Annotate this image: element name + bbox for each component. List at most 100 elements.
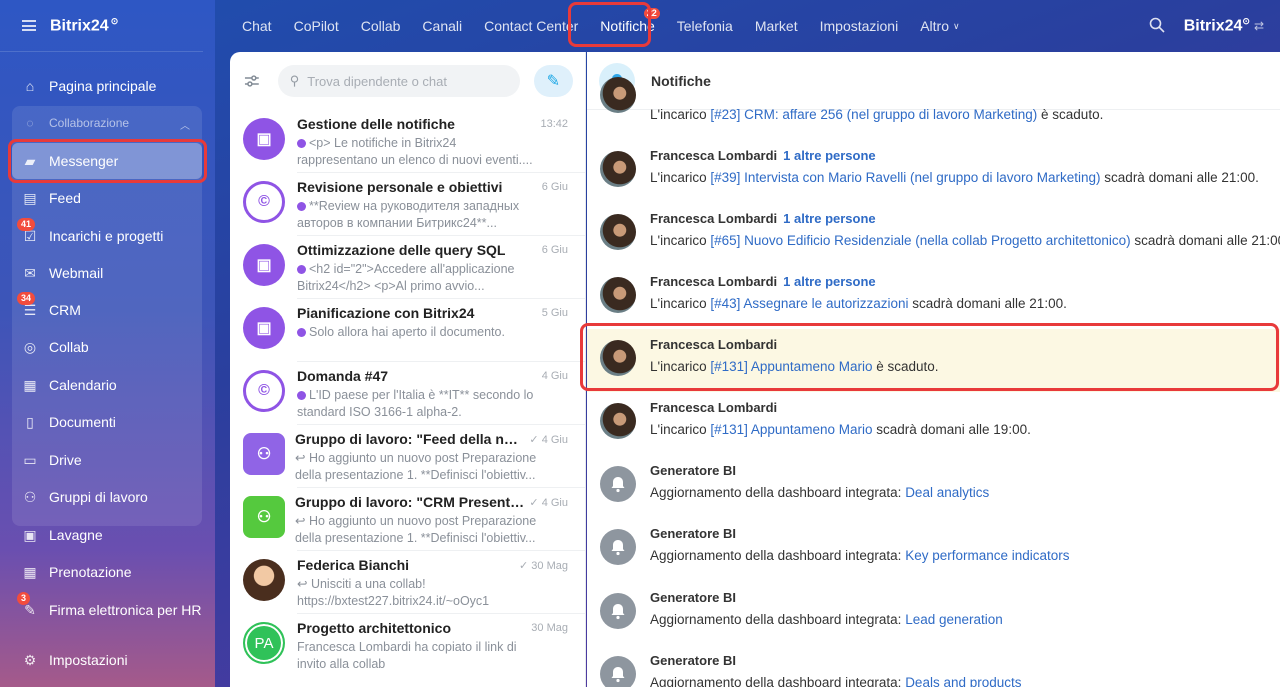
- task-link[interactable]: [#65] Nuovo Edificio Residenziale (nella…: [710, 233, 1130, 248]
- notification-item[interactable]: Francesca Lombardi 1 altre persone L'inca…: [587, 266, 1280, 329]
- tab-chat[interactable]: Chat: [231, 0, 283, 52]
- more-people-link[interactable]: 1 altre persone: [783, 148, 876, 163]
- top-navigation: Chat CoPilot Collab Canali Contact Cente…: [215, 0, 1280, 52]
- sidebar-item-tasks[interactable]: ☑ 41 Incarichi e progetti: [12, 218, 202, 254]
- menu-icon[interactable]: [22, 20, 36, 31]
- sidebar-item-documenti[interactable]: ▯ Documenti: [12, 404, 202, 440]
- new-chat-button[interactable]: ✎: [533, 65, 573, 97]
- tab-collab[interactable]: Collab: [350, 0, 412, 52]
- notification-item[interactable]: L'incarico [#23] CRM: affare 256 (nel gr…: [587, 77, 1280, 129]
- chat-title: Federica Bianchi: [297, 557, 410, 573]
- sidebar-group-collaborazione[interactable]: ◌ Collaborazione ︿: [12, 106, 202, 140]
- text-prefix: Aggiornamento della dashboard integrata:: [650, 675, 906, 687]
- notification-text: Aggiornamento della dashboard integrata:…: [650, 612, 1003, 627]
- task-link[interactable]: [#131] Appuntameno Mario: [710, 422, 872, 437]
- brand-logo[interactable]: Bitrix24 ⊙: [50, 16, 118, 35]
- chat-list-item[interactable]: ▣ Pianificazione con Bitrix24 5 Giu Solo…: [230, 299, 585, 361]
- project-avatar: PA: [243, 622, 285, 664]
- chat-list-item[interactable]: ▣ Gestione delle notifiche 13:42 <p> Le …: [230, 110, 585, 172]
- author-name[interactable]: Francesca Lombardi: [650, 211, 777, 226]
- tab-altro[interactable]: Altro ∨: [909, 0, 970, 52]
- chat-time: ✓ 4 Giu: [529, 496, 568, 509]
- switch-icon[interactable]: ⇄: [1254, 19, 1264, 33]
- chat-preview: ↩ Unisciti a una collab! https://bxtest2…: [297, 577, 490, 608]
- sidebar-item-lavagne[interactable]: ▣ Lavagne: [12, 517, 202, 553]
- brand-logo-right[interactable]: Bitrix24⊙ ⇄: [1184, 16, 1264, 35]
- tab-market[interactable]: Market: [744, 0, 809, 52]
- notification-item[interactable]: Francesca Lombardi L'incarico [#131] App…: [587, 392, 1280, 455]
- brand-text: Bitrix24: [1183, 17, 1243, 35]
- sidebar-item-gruppi[interactable]: ⚇ Gruppi di lavoro: [12, 479, 202, 515]
- filter-icon[interactable]: [242, 71, 262, 91]
- sidebar-item-crm[interactable]: ☰ 34 CRM: [12, 292, 202, 328]
- notification-author: Generatore BI: [650, 590, 736, 605]
- preview-text: L'ID paese per l'Italia è **IT** secondo…: [297, 388, 534, 419]
- check-icon: ✓: [529, 434, 542, 446]
- chat-list-item[interactable]: ▣ Ottimizzazione delle query SQL 6 Giu <…: [230, 236, 585, 298]
- notification-chat-avatar: ▣: [243, 118, 285, 160]
- preview-text: <h2 id="2">Accedere all'applicazione Bit…: [297, 262, 515, 293]
- notification-item[interactable]: Francesca Lombardi 1 altre persone L'inca…: [587, 203, 1280, 266]
- chat-title: Gruppo di lavoro: "CRM Presentazi...: [295, 494, 525, 510]
- sidebar-item-drive[interactable]: ▭ Drive: [12, 442, 202, 478]
- dashboard-link[interactable]: Deals and products: [905, 675, 1021, 687]
- task-link[interactable]: [#23] CRM: affare 256 (nel gruppo di lav…: [710, 107, 1037, 122]
- chat-list-item[interactable]: PA Progetto architettonico 30 Mag France…: [230, 614, 585, 676]
- author-name: Generatore BI: [650, 590, 736, 605]
- more-people-link[interactable]: 1 altre persone: [783, 211, 876, 226]
- chat-title: Gruppo di lavoro: "Feed della nostr...: [295, 431, 525, 447]
- chat-time: 5 Giu: [541, 307, 568, 319]
- sidebar-item-home[interactable]: ⌂ Pagina principale: [12, 68, 202, 104]
- chat-preview: Solo allora hai aperto il documento.: [297, 324, 539, 358]
- tab-impostazioni[interactable]: Impostazioni: [809, 0, 910, 52]
- dashboard-link[interactable]: Deal analytics: [905, 485, 989, 500]
- chat-search-input[interactable]: ⚲ Trova dipendente o chat: [277, 65, 520, 97]
- notification-text: L'incarico [#131] Appuntameno Mario scad…: [650, 422, 1031, 437]
- notification-item[interactable]: Generatore BI Aggiornamento della dashbo…: [587, 582, 1280, 645]
- sidebar-item-calendario[interactable]: ▦ Calendario: [12, 367, 202, 403]
- notification-item[interactable]: Generatore BI Aggiornamento della dashbo…: [587, 518, 1280, 581]
- chat-list-item[interactable]: ⚇ Gruppo di lavoro: "CRM Presentazi... ✓…: [230, 488, 585, 550]
- chat-preview: **Review на руководителя западных авторо…: [297, 198, 539, 232]
- notification-text: L'incarico [#39] Intervista con Mario Ra…: [650, 170, 1259, 185]
- sidebar-item-label: Impostazioni: [49, 652, 128, 668]
- highlight-frame-notifiche: [568, 2, 651, 47]
- sidebar-item-webmail[interactable]: ✉ Webmail: [12, 255, 202, 291]
- sidebar-item-impostazioni[interactable]: ⚙ Impostazioni: [12, 642, 202, 678]
- notification-author: Francesca Lombardi 1 altre persone: [650, 211, 876, 226]
- chat-preview: ↩ Ho aggiunto un nuovo post Preparazione…: [295, 451, 537, 482]
- sidebar-item-feed[interactable]: ▤ Feed: [12, 180, 202, 216]
- chat-list-item[interactable]: © Revisione personale e obiettivi 6 Giu …: [230, 173, 585, 235]
- author-name[interactable]: Francesca Lombardi: [650, 274, 777, 289]
- author-name[interactable]: Francesca Lombardi: [650, 148, 777, 163]
- notification-text: Aggiornamento della dashboard integrata:…: [650, 675, 1022, 687]
- author-name[interactable]: Francesca Lombardi: [650, 400, 777, 415]
- notification-item[interactable]: Generatore BI Aggiornamento della dashbo…: [587, 645, 1280, 687]
- notification-item[interactable]: Generatore BI Aggiornamento della dashbo…: [587, 455, 1280, 518]
- notification-author: Francesca Lombardi 1 altre persone: [650, 274, 876, 289]
- search-icon[interactable]: [1149, 17, 1165, 33]
- notification-chat-avatar: ▣: [243, 307, 285, 349]
- sidebar-header: Bitrix24 ⊙: [0, 0, 203, 52]
- booking-icon: ▦: [23, 563, 37, 580]
- search-placeholder: Trova dipendente o chat: [307, 73, 447, 89]
- sidebar-item-prenotazione[interactable]: ▦ Prenotazione: [12, 554, 202, 590]
- chat-list-item[interactable]: Federica Bianchi ✓ 30 Mag ↩ Unisciti a u…: [230, 551, 585, 613]
- chat-preview: L'ID paese per l'Italia è **IT** secondo…: [297, 387, 539, 421]
- tab-copilot[interactable]: CoPilot: [283, 0, 350, 52]
- sidebar-item-collab[interactable]: ◎ Collab: [12, 329, 202, 365]
- task-link[interactable]: [#39] Intervista con Mario Ravelli (nel …: [710, 170, 1100, 185]
- dashboard-link[interactable]: Lead generation: [905, 612, 1003, 627]
- chat-list-item[interactable]: © Domanda #47 4 Giu L'ID paese per l'Ita…: [230, 362, 585, 424]
- chat-list-item[interactable]: ⚇ Gruppo di lavoro: "Feed della nostr...…: [230, 425, 585, 487]
- chevron-up-icon[interactable]: ︿: [180, 117, 190, 132]
- notification-item[interactable]: Francesca Lombardi 1 altre persone L'inca…: [587, 140, 1280, 203]
- tab-telefonia[interactable]: Telefonia: [666, 0, 744, 52]
- avatar: [600, 403, 636, 439]
- tab-canali[interactable]: Canali: [411, 0, 473, 52]
- task-link[interactable]: [#43] Assegnare le autorizzazioni: [710, 296, 908, 311]
- tasks-icon: ☑ 41: [17, 218, 39, 245]
- dashboard-link[interactable]: Key performance indicators: [905, 548, 1069, 563]
- more-people-link[interactable]: 1 altre persone: [783, 274, 876, 289]
- sidebar-item-firma[interactable]: ✎ 3 Firma elettronica per HR: [12, 592, 202, 628]
